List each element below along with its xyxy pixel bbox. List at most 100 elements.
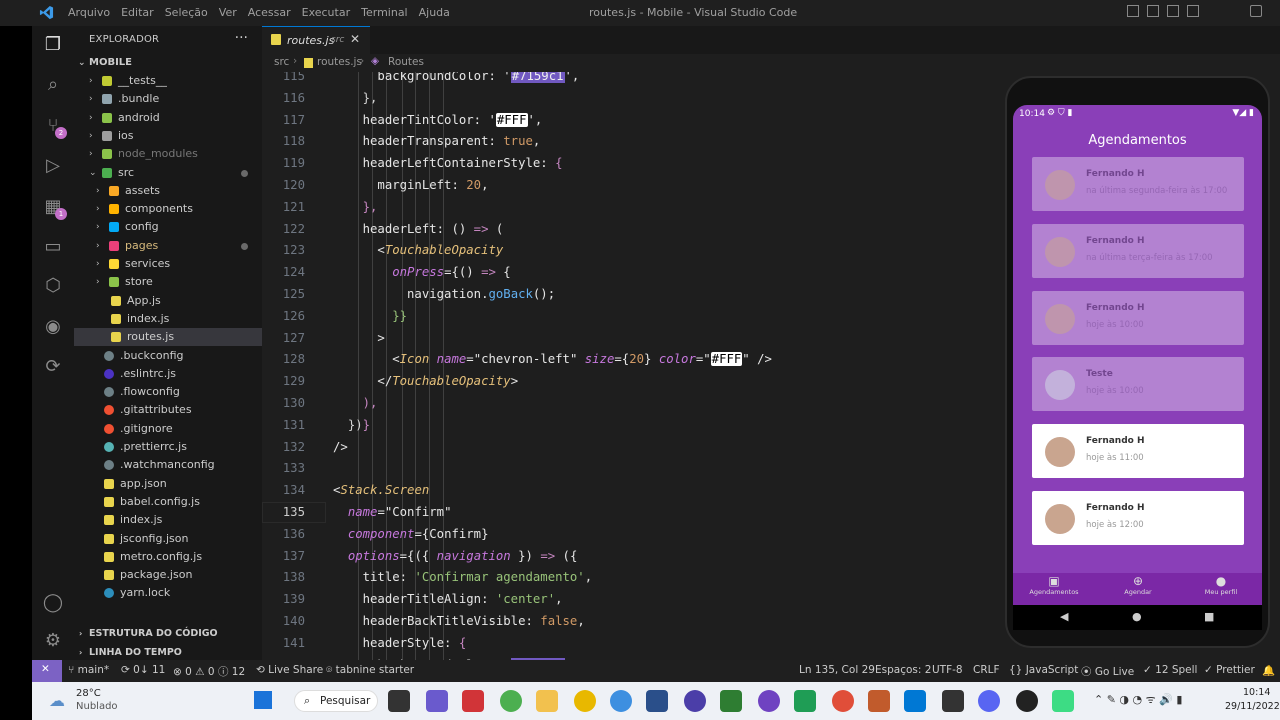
folder-item[interactable]: › config (74, 218, 262, 236)
menu-item[interactable]: Ver (219, 6, 237, 19)
taskbar-search[interactable]: ⌕ Pesquisar (294, 690, 378, 712)
app-icon[interactable] (462, 690, 484, 712)
close-icon[interactable]: ✕ (350, 32, 360, 46)
folder-item[interactable]: › components (74, 200, 262, 218)
menu-item[interactable]: Executar (302, 6, 351, 19)
folder-item[interactable]: › .bundle (74, 90, 262, 108)
file-item[interactable]: metro.config.js (74, 548, 262, 566)
app-icon[interactable] (646, 690, 668, 712)
folder-item[interactable]: › assets (74, 182, 262, 200)
github-desktop-icon[interactable] (758, 690, 780, 712)
toggle-secondary-sidebar-icon[interactable] (1167, 5, 1179, 17)
app-icon[interactable] (794, 690, 816, 712)
taskbar-date[interactable]: 29/11/2022 (1225, 701, 1280, 712)
file-item[interactable]: jsconfig.json (74, 530, 262, 548)
task-view-icon[interactable] (388, 690, 410, 712)
source-control-icon[interactable]: ⑂ 2 (42, 115, 67, 139)
terminal-icon[interactable] (942, 690, 964, 712)
tab-routes-js[interactable]: routes.js src ✕ (262, 26, 370, 54)
taskbar-time[interactable]: 10:14 (1243, 687, 1270, 698)
appointment-card[interactable]: Fernando H na última terça-feira às 17:00 (1032, 223, 1244, 278)
overview-icon[interactable]: ■ (1204, 610, 1214, 623)
menu-item[interactable]: Terminal (361, 6, 408, 19)
phone-screen[interactable]: 10:14 ⚙ ⛉ ▮ ▼◢ ▮ Agendamentos Fernando H… (1013, 105, 1262, 630)
folder-item[interactable]: › android (74, 109, 262, 127)
breadcrumb-item[interactable]: Routes (388, 56, 424, 68)
restore-window-icon[interactable] (1250, 5, 1262, 17)
notifications-icon[interactable]: 🔔 (1262, 664, 1275, 677)
code-editor[interactable]: 115 backgroundColor: '#7159c1', 116 }, 117… (262, 72, 1002, 660)
menu-item[interactable]: Seleção (165, 6, 208, 19)
folder-item[interactable]: › store (74, 273, 262, 291)
edge-icon[interactable] (610, 690, 632, 712)
account-icon[interactable]: ◯ (42, 592, 64, 614)
remote-indicator[interactable]: ✕ (32, 660, 62, 682)
customize-layout-icon[interactable] (1187, 5, 1199, 17)
settings-gear-icon[interactable]: ⚙ (42, 630, 64, 652)
language-mode[interactable]: {} JavaScript (1009, 664, 1078, 676)
file-item[interactable]: .flowconfig (74, 383, 262, 401)
file-item[interactable]: yarn.lock (74, 584, 262, 602)
appointment-card[interactable]: Fernando H hoje às 11:00 (1032, 424, 1244, 479)
docker-icon[interactable]: ◉ (42, 316, 64, 338)
file-item[interactable]: routes.js (74, 328, 262, 347)
eol[interactable]: CRLF (973, 664, 1000, 676)
file-item[interactable]: .gitignore (74, 420, 262, 438)
file-item[interactable]: index.js (74, 511, 262, 529)
app-icon[interactable] (868, 690, 890, 712)
file-item[interactable]: .gitattributes (74, 401, 262, 419)
file-item[interactable]: package.json (74, 566, 262, 584)
app-icon[interactable] (832, 690, 854, 712)
tab-agendamentos[interactable]: ▣ Agendamentos (1019, 574, 1089, 596)
app-icon[interactable] (1016, 690, 1038, 712)
go-live-button[interactable]: ⦿ Go Live (1081, 664, 1134, 679)
app-icon[interactable] (720, 690, 742, 712)
extensions-icon[interactable]: ▦ 1 (42, 196, 67, 220)
menu-item[interactable]: Editar (121, 6, 154, 19)
home-icon[interactable]: ● (1132, 610, 1142, 623)
folder-item[interactable]: › ios (74, 127, 262, 145)
folder-item[interactable]: › pages (74, 237, 262, 255)
file-item[interactable]: .watchmanconfig (74, 456, 262, 474)
indentation[interactable]: Espaços: 2 (875, 664, 931, 676)
chrome-icon[interactable] (500, 690, 522, 712)
folder-item[interactable]: ⌄ src (74, 164, 262, 182)
app-icon[interactable] (574, 690, 596, 712)
android-studio-icon[interactable] (1052, 690, 1074, 712)
tray-icons[interactable]: ⌃ ✎ ◑ ◔ ᯤ 🔊 ▮ (1094, 692, 1182, 707)
explorer-icon[interactable]: ❐ (42, 34, 64, 56)
appointment-card[interactable]: Fernando H hoje às 10:00 (1032, 290, 1244, 345)
toggle-panel-icon[interactable] (1147, 5, 1159, 17)
tabnine-button[interactable]: ⌾ tabnine starter (326, 664, 414, 677)
menu-item[interactable]: Ajuda (419, 6, 450, 19)
encoding[interactable]: UTF-8 (932, 664, 963, 676)
appointment-card[interactable]: Fernando H hoje às 12:00 (1032, 491, 1244, 545)
sync-indicator[interactable]: ⟳ 0↓ 11 (121, 664, 165, 676)
discord-icon[interactable] (978, 690, 1000, 712)
vscode-taskbar-icon[interactable] (904, 690, 926, 712)
toggle-sidebar-icon[interactable] (1127, 5, 1139, 17)
run-debug-icon[interactable]: ▷ (42, 155, 64, 177)
file-item[interactable]: .buckconfig (74, 347, 262, 365)
windows-start-icon[interactable] (254, 691, 272, 709)
more-actions-icon[interactable]: ··· (235, 30, 248, 46)
file-item[interactable]: babel.config.js (74, 493, 262, 511)
live-share-icon[interactable]: ⟳ (42, 356, 64, 378)
file-item[interactable]: app.json (74, 475, 262, 493)
workspace-root[interactable]: ⌄ MOBILE (74, 54, 262, 72)
weather-desc[interactable]: Nublado (76, 701, 118, 712)
menu-item[interactable]: Acessar (248, 6, 291, 19)
folder-item[interactable]: › services (74, 255, 262, 273)
app-icon[interactable] (684, 690, 706, 712)
branch-indicator[interactable]: ⑂ main* (68, 664, 109, 676)
prettier-indicator[interactable]: ✓ Prettier (1204, 664, 1255, 676)
problems-indicator[interactable]: ⊗ 0 ⚠ 0 ⓘ 12 (173, 664, 245, 679)
live-share-button[interactable]: ⟲ Live Share (256, 664, 323, 676)
cursor-position[interactable]: Ln 135, Col 29 (799, 664, 875, 676)
outline-section[interactable]: › ESTRUTURA DO CÓDIGO (74, 625, 262, 643)
tab-meu-perfil[interactable]: ● Meu perfil (1186, 574, 1256, 596)
chat-icon[interactable] (426, 690, 448, 712)
breadcrumb-item[interactable]: src (274, 56, 289, 68)
back-icon[interactable]: ◀ (1060, 610, 1068, 623)
remote-explorer-icon[interactable]: ▭ (42, 236, 64, 258)
